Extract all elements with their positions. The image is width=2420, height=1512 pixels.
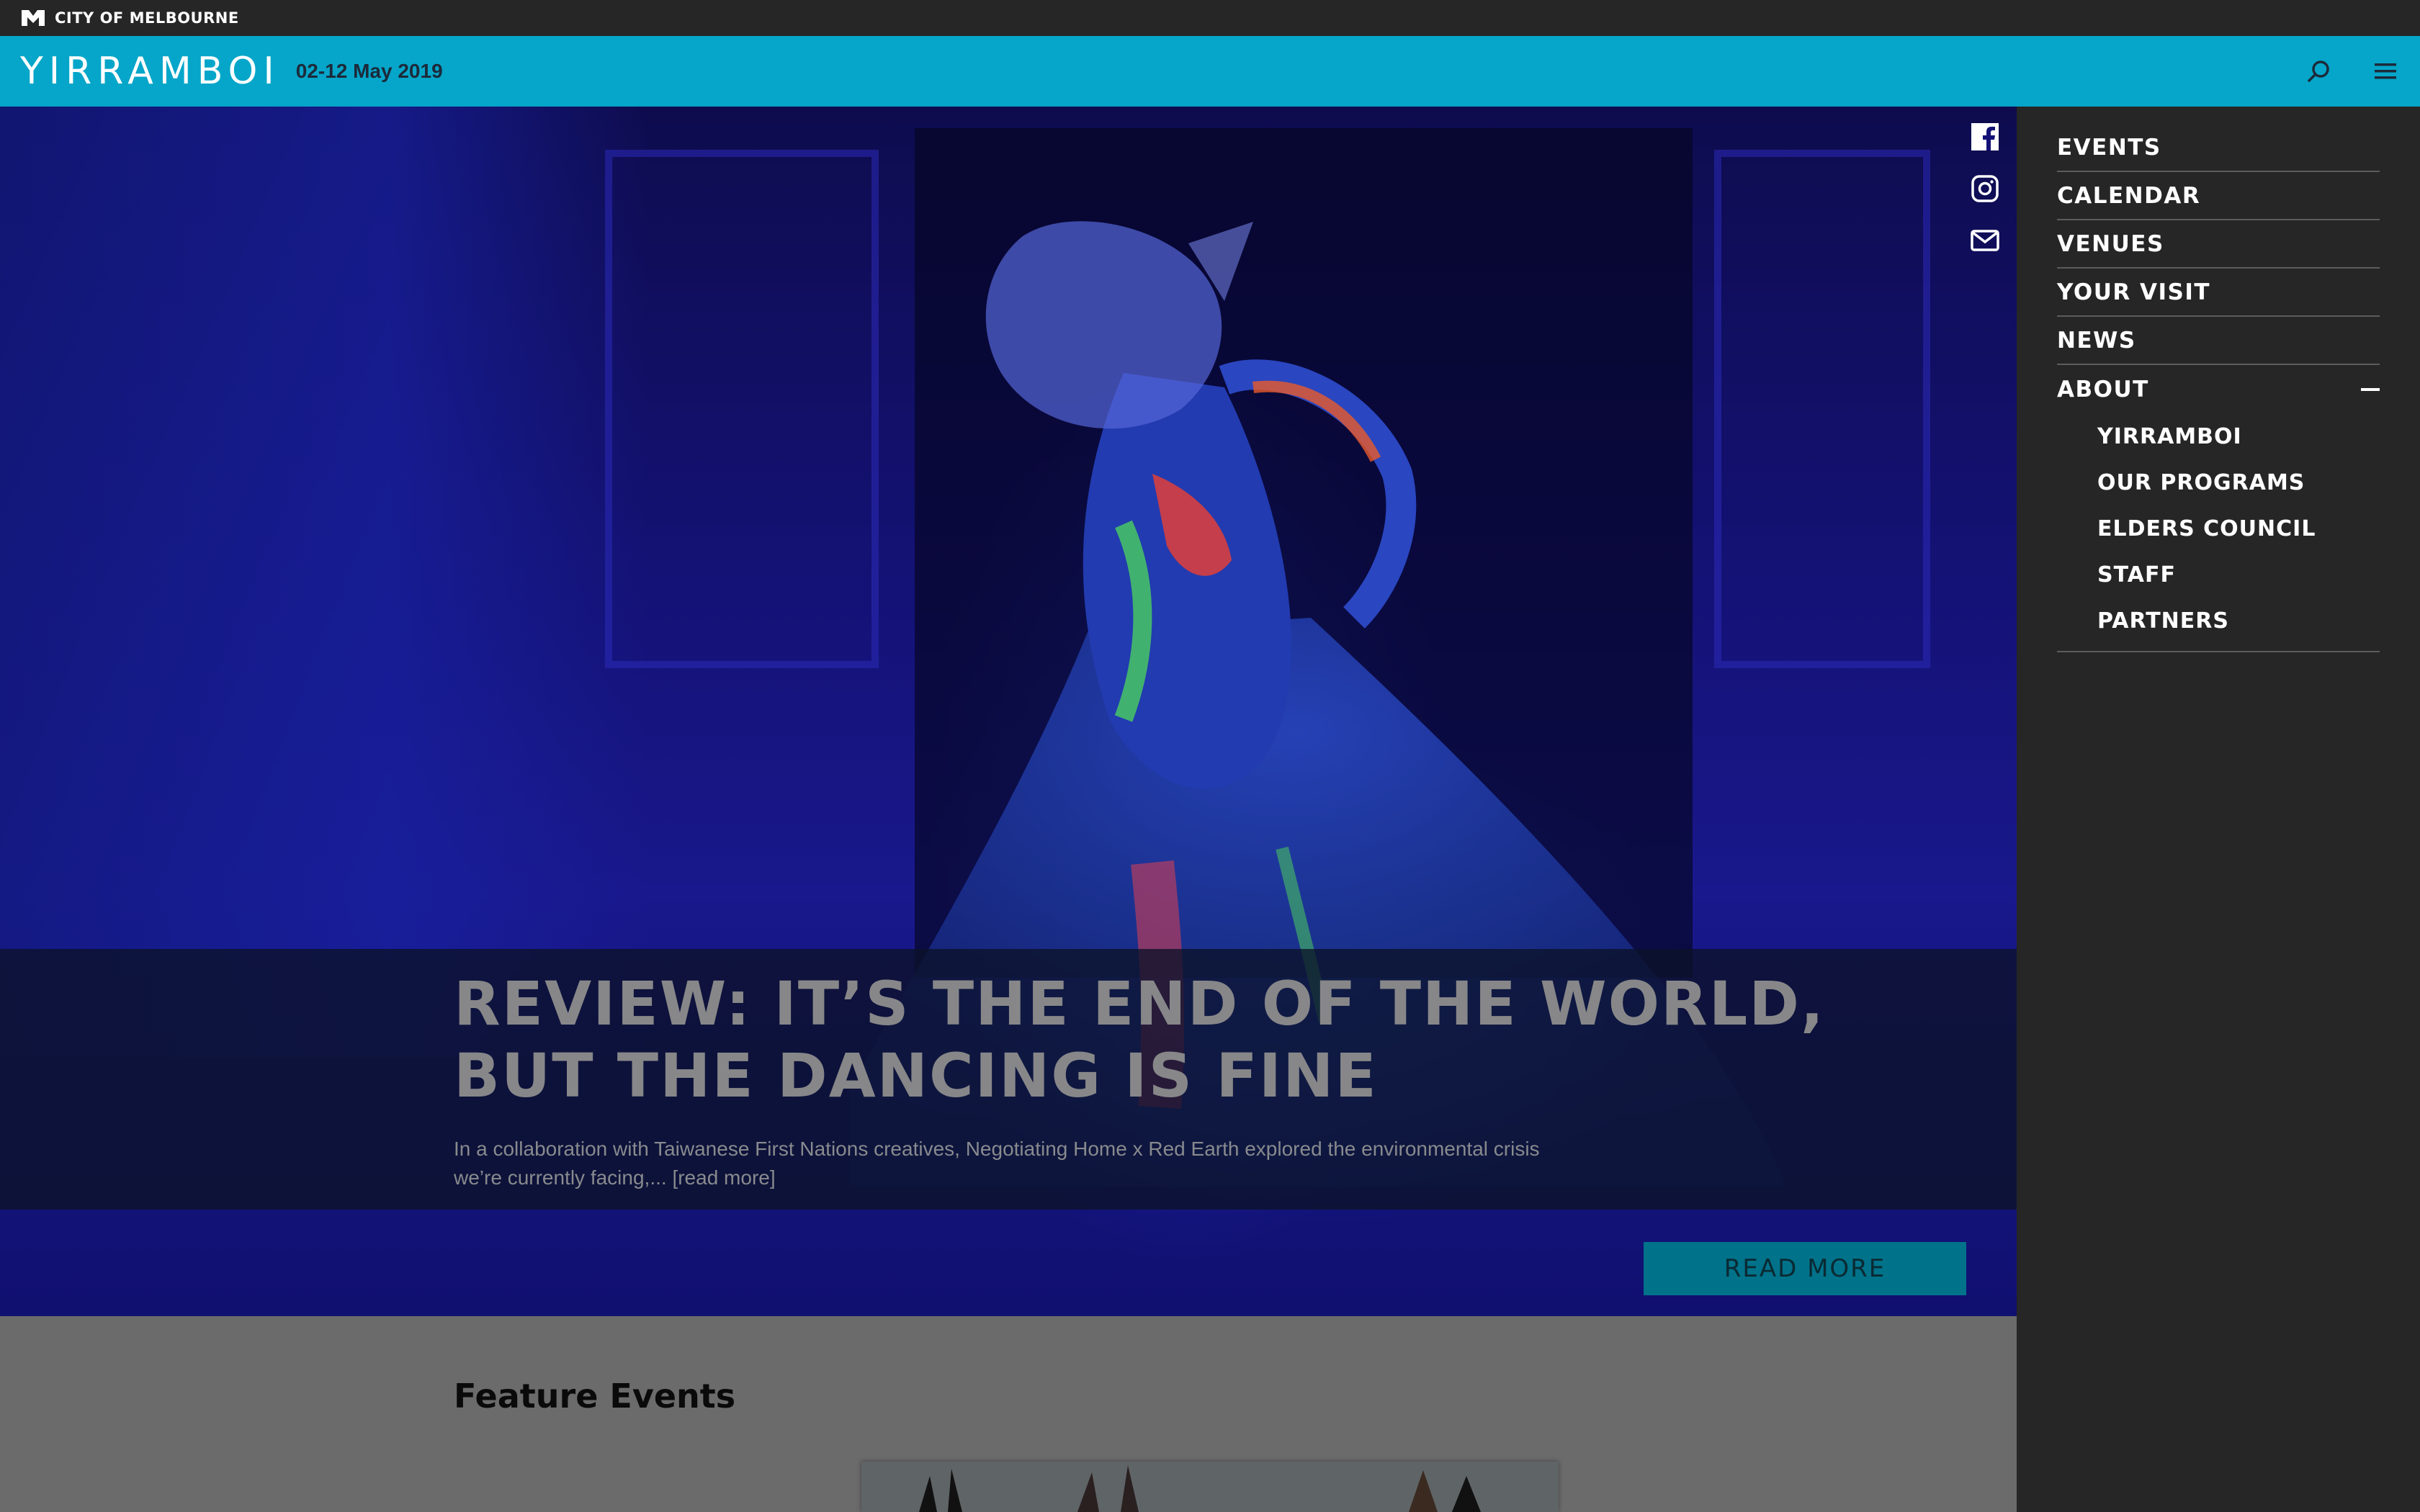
facebook-icon[interactable]: [1969, 121, 2001, 153]
nav-item-label: EVENTS: [2057, 134, 2161, 161]
feature-event-card[interactable]: [861, 1462, 1559, 1512]
nav-item-label: NEWS: [2057, 327, 2136, 354]
nav-item-calendar[interactable]: CALENDAR: [2057, 172, 2380, 220]
nav-item-your-visit[interactable]: YOUR VISIT: [2057, 269, 2380, 317]
subnav-item-label: PARTNERS: [2097, 608, 2229, 634]
nav-item-label: VENUES: [2057, 230, 2164, 257]
subnav-item-yirramboi[interactable]: YIRRAMBOI: [2057, 413, 2380, 459]
site-header: YIRRAMBOI 02-12 May 2019: [0, 36, 2420, 107]
nav-item-venues[interactable]: VENUES: [2057, 220, 2380, 269]
subnav-item-elders-council[interactable]: ELDERS COUNCIL: [2057, 505, 2380, 552]
feature-events-section: Feature Events: [0, 1316, 2017, 1512]
city-of-melbourne-bar: CITY OF MELBOURNE: [0, 0, 2420, 36]
nav-item-label: YOUR VISIT: [2057, 279, 2211, 305]
nav-list: EVENTS CALENDAR VENUES YOUR VISIT NEWS A…: [2057, 124, 2380, 652]
instagram-icon[interactable]: [1969, 173, 2001, 204]
nav-item-events[interactable]: EVENTS: [2057, 124, 2380, 172]
about-submenu: YIRRAMBOI OUR PROGRAMS ELDERS COUNCIL ST…: [2057, 413, 2380, 652]
feature-event-image: [861, 1462, 1559, 1512]
city-of-melbourne-logo-icon[interactable]: [20, 9, 46, 27]
side-navigation: EVENTS CALENDAR VENUES YOUR VISIT NEWS A…: [2017, 107, 2420, 1512]
hero-background-glow: [0, 107, 648, 1057]
site-logo[interactable]: YIRRAMBOI: [20, 50, 280, 93]
nav-item-label: CALENDAR: [2057, 182, 2201, 209]
nav-item-news[interactable]: NEWS: [2057, 317, 2380, 365]
subnav-item-label: YIRRAMBOI: [2097, 423, 2242, 449]
read-more-button[interactable]: READ MORE: [1644, 1242, 1966, 1295]
nav-item-about[interactable]: ABOUT: [2057, 365, 2380, 413]
hero-title[interactable]: REVIEW: IT’S THE END OF THE WORLD, BUT T…: [454, 968, 1894, 1112]
subnav-item-our-programs[interactable]: OUR PROGRAMS: [2057, 459, 2380, 505]
subnav-item-label: OUR PROGRAMS: [2097, 469, 2305, 495]
subnav-item-partners[interactable]: PARTNERS: [2057, 598, 2380, 644]
search-icon[interactable]: [2306, 58, 2332, 84]
hero-excerpt[interactable]: In a collaboration with Taiwanese First …: [454, 1135, 1577, 1192]
subnav-item-staff[interactable]: STAFF: [2057, 552, 2380, 598]
mail-icon[interactable]: [1969, 225, 2001, 256]
subnav-item-label: ELDERS COUNCIL: [2097, 516, 2316, 541]
header-tools: [2306, 36, 2398, 107]
hero-background-window: [605, 150, 879, 668]
social-links: [1969, 121, 2001, 256]
section-title: Feature Events: [454, 1377, 736, 1416]
hamburger-menu-icon[interactable]: [2372, 58, 2398, 84]
festival-dates: 02-12 May 2019: [295, 60, 443, 82]
subnav-item-label: STAFF: [2097, 562, 2176, 588]
nav-item-label: ABOUT: [2057, 376, 2149, 402]
collapse-minus-icon[interactable]: [2361, 387, 2380, 391]
org-name[interactable]: CITY OF MELBOURNE: [55, 9, 239, 27]
